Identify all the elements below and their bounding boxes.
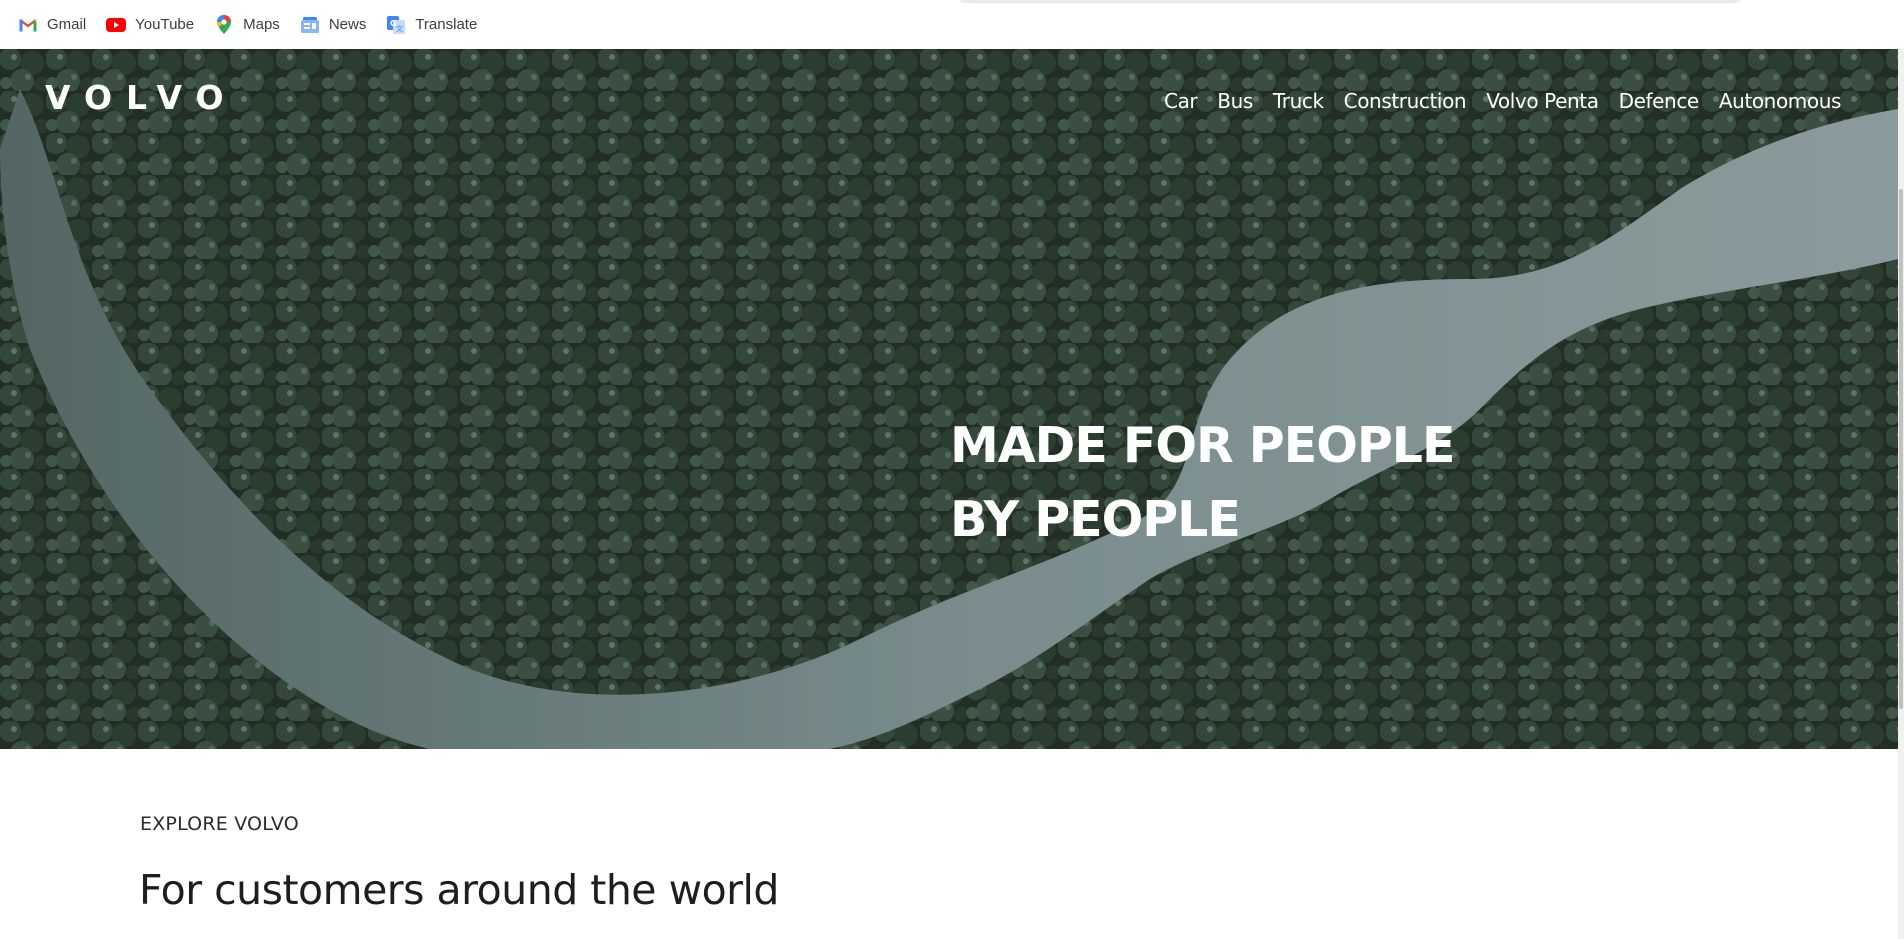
nav-item-volvo-penta[interactable]: Volvo Penta (1486, 89, 1599, 113)
hero-headline: MADE FOR PEOPLE BY PEOPLE (950, 409, 1455, 557)
bookmark-label: YouTube (135, 16, 195, 33)
bookmark-news[interactable]: News (300, 15, 367, 35)
bookmark-youtube[interactable]: YouTube (106, 15, 194, 35)
nav-item-car[interactable]: Car (1164, 89, 1198, 113)
section-eyebrow: EXPLORE VOLVO (140, 813, 299, 835)
bookmark-label: Gmail (47, 16, 87, 33)
main-nav: Car Bus Truck Construction Volvo Penta D… (1164, 89, 1841, 113)
bookmarks-bar: Gmail YouTube Maps News G 文 Translate (0, 0, 1904, 49)
nav-item-truck[interactable]: Truck (1273, 89, 1324, 113)
svg-text:文: 文 (396, 24, 403, 33)
scrollbar-thumb[interactable] (1899, 189, 1903, 709)
youtube-icon (106, 15, 127, 35)
bookmark-label: Translate (415, 16, 478, 33)
hero-headline-line1: MADE FOR PEOPLE (950, 417, 1455, 474)
bookmark-label: News (328, 16, 367, 33)
bookmark-label: Maps (243, 16, 280, 33)
nav-item-defence[interactable]: Defence (1619, 89, 1700, 113)
news-icon (300, 15, 320, 35)
aerial-forest-river-image (0, 49, 1898, 749)
nav-item-bus[interactable]: Bus (1217, 89, 1253, 113)
address-bar-edge (960, 0, 1740, 3)
nav-item-autonomous[interactable]: Autonomous (1719, 89, 1842, 113)
nav-item-construction[interactable]: Construction (1344, 89, 1467, 113)
hero-headline-line2: BY PEOPLE (950, 491, 1241, 548)
bookmark-maps[interactable]: Maps (214, 15, 280, 35)
volvo-logo[interactable]: VOLVO (45, 78, 238, 117)
hero-banner: VOLVO Car Bus Truck Construction Volvo P… (0, 49, 1898, 749)
gmail-icon (18, 15, 38, 35)
translate-icon: G 文 (386, 15, 406, 35)
page-scrollbar[interactable] (1898, 49, 1904, 939)
section-title: For customers around the world (139, 866, 779, 914)
bookmark-gmail[interactable]: Gmail (18, 15, 86, 35)
maps-icon (214, 15, 234, 35)
bookmark-translate[interactable]: G 文 Translate (386, 15, 477, 35)
